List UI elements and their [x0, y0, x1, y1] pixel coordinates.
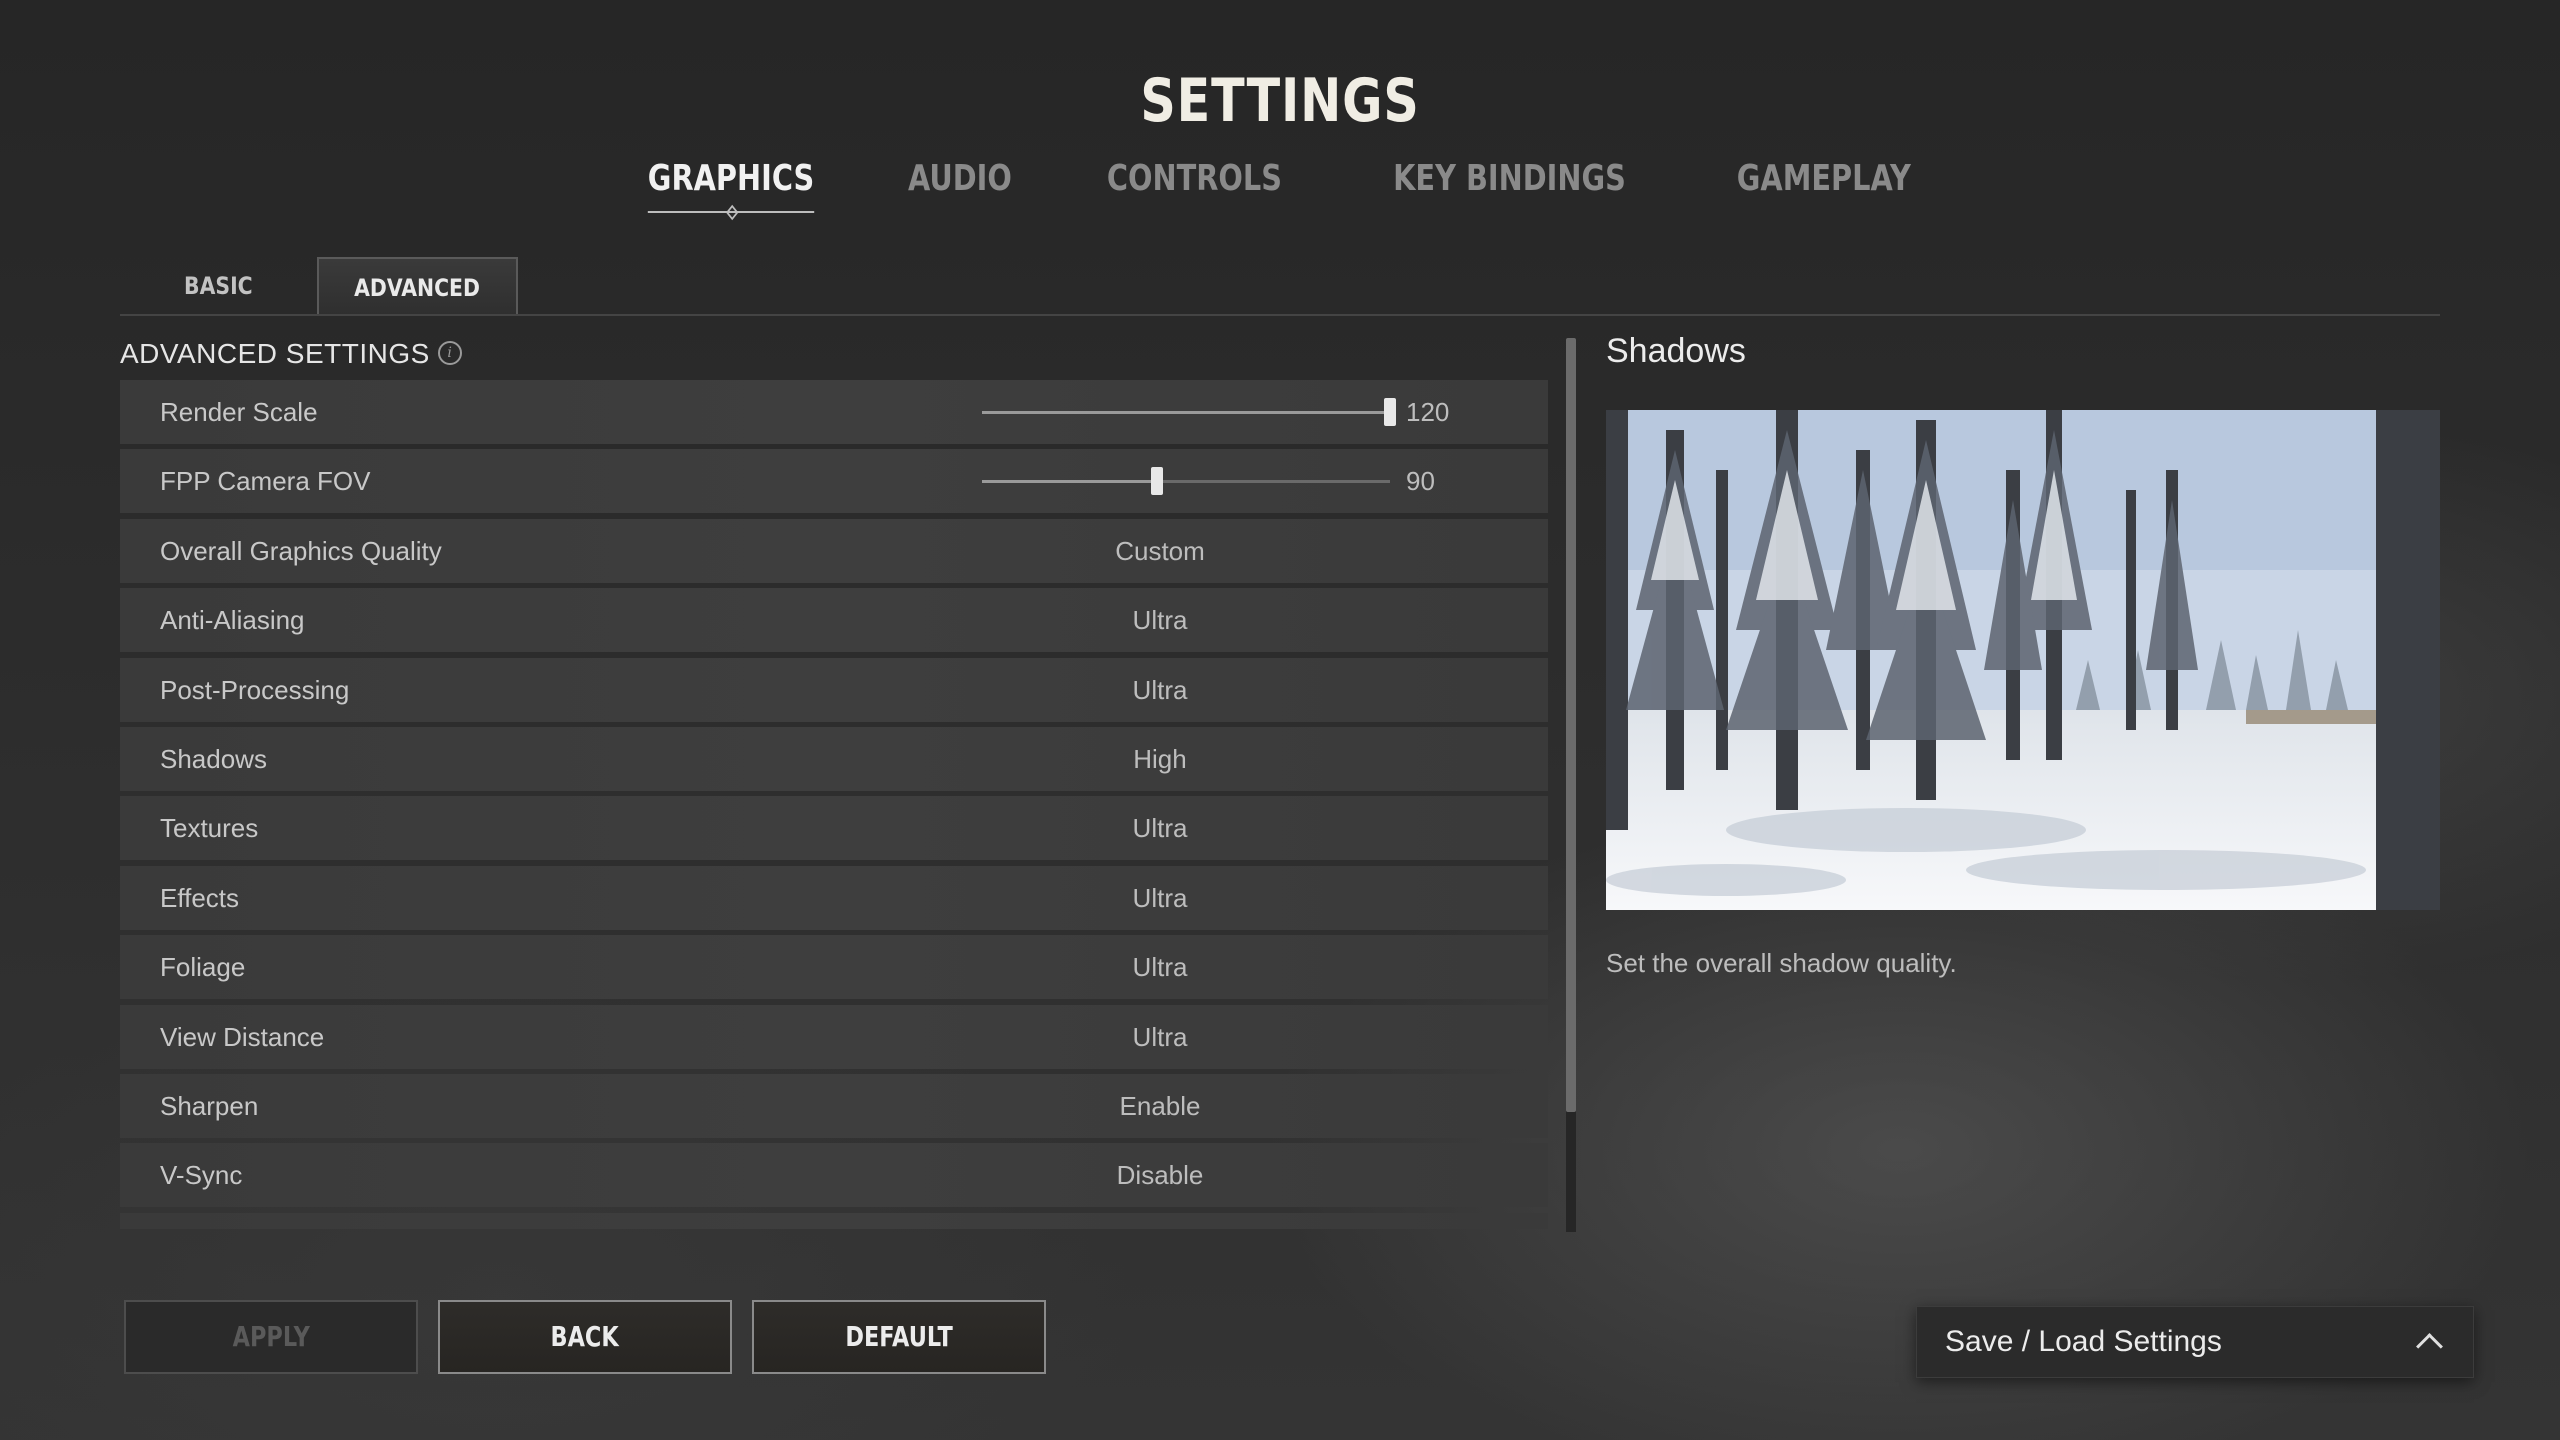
setting-row-post-processing[interactable]: Post-Processing Ultra	[120, 657, 1548, 722]
setting-row-effects[interactable]: Effects Ultra	[120, 865, 1548, 930]
settings-scrollbar[interactable]	[1566, 338, 1576, 1232]
setting-label: Post-Processing	[160, 674, 350, 705]
setting-label: Overall Graphics Quality	[160, 535, 442, 566]
setting-row-anti-aliasing[interactable]: Anti-Aliasing Ultra	[120, 588, 1548, 653]
setting-label: FPP Camera FOV	[160, 466, 371, 497]
tab-divider	[120, 314, 2440, 316]
setting-value[interactable]: Ultra	[1010, 796, 1310, 860]
setting-value[interactable]: Custom	[1010, 519, 1310, 583]
back-button[interactable]: BACK	[438, 1300, 732, 1374]
setting-row-foliage[interactable]: Foliage Ultra	[120, 935, 1548, 1000]
page-title: SETTINGS	[1140, 66, 1420, 136]
slider-value: 90	[1406, 466, 1435, 497]
setting-value[interactable]: High	[1010, 727, 1310, 791]
top-tabs: GRAPHICS AUDIO CONTROLS KEY BINDINGS GAM…	[0, 158, 2560, 213]
setting-row-v-sync[interactable]: V-Sync Disable	[120, 1143, 1548, 1208]
slider-thumb[interactable]	[1151, 467, 1164, 496]
setting-label: Render Scale	[160, 397, 318, 427]
slider-thumb[interactable]	[1384, 398, 1396, 426]
setting-value[interactable]: Enable	[1010, 1074, 1310, 1138]
info-icon[interactable]: i	[437, 340, 462, 365]
setting-label: Textures	[160, 813, 259, 844]
default-button[interactable]: DEFAULT	[752, 1300, 1046, 1374]
setting-row-overall-graphics-quality[interactable]: Overall Graphics Quality Custom	[120, 518, 1548, 583]
setting-label: V-Sync	[160, 1160, 243, 1191]
preview-title: Shadows	[1606, 332, 1746, 370]
setting-value[interactable]: Ultra	[1010, 935, 1310, 999]
setting-value[interactable]: Disable	[1010, 1143, 1310, 1207]
setting-label: Shadows	[160, 743, 267, 774]
setting-label: Anti-Aliasing	[160, 605, 305, 636]
snow-forest-illustration	[1606, 410, 2440, 910]
setting-row-shadows[interactable]: Shadows High	[120, 726, 1548, 791]
tab-gameplay[interactable]: GAMEPLAY	[1737, 158, 1911, 213]
sub-tabs: BASIC ADVANCED	[120, 257, 518, 315]
section-title: ADVANCED SETTINGS i	[120, 338, 462, 370]
setting-row-textures[interactable]: Textures Ultra	[120, 796, 1548, 861]
setting-row-partial[interactable]	[120, 1212, 1548, 1229]
slider-value: 120	[1406, 397, 1450, 427]
slider-fill	[982, 480, 1158, 484]
subtab-advanced-label: ADVANCED	[354, 274, 481, 302]
setting-row-render-scale[interactable]: Render Scale 120	[120, 380, 1548, 444]
preview-image	[1606, 410, 2440, 910]
fpp-fov-slider[interactable]	[982, 467, 1390, 496]
setting-value[interactable]: Ultra	[1010, 866, 1310, 930]
setting-label: Sharpen	[160, 1090, 259, 1121]
tab-key-bindings[interactable]: KEY BINDINGS	[1393, 158, 1626, 213]
render-scale-slider[interactable]	[982, 398, 1396, 426]
setting-value[interactable]: Ultra	[1010, 658, 1310, 722]
tab-audio[interactable]: AUDIO	[908, 158, 1012, 213]
setting-row-view-distance[interactable]: View Distance Ultra	[120, 1004, 1548, 1069]
tab-controls[interactable]: CONTROLS	[1107, 158, 1282, 213]
scrollbar-thumb[interactable]	[1566, 338, 1576, 1112]
apply-button[interactable]: APPLY	[124, 1300, 418, 1374]
setting-label: Effects	[160, 882, 240, 913]
save-load-label: Save / Load Settings	[1945, 1325, 2222, 1358]
preview-description: Set the overall shadow quality.	[1606, 948, 1957, 978]
setting-row-sharpen[interactable]: Sharpen Enable	[120, 1073, 1548, 1138]
settings-list: Render Scale 120 FPP Camera FOV 90 Overa…	[120, 380, 1548, 1232]
setting-row-fpp-camera-fov[interactable]: FPP Camera FOV 90	[120, 449, 1548, 514]
setting-label: Foliage	[160, 952, 246, 983]
subtab-basic[interactable]: BASIC	[120, 257, 317, 315]
apply-label: APPLY	[232, 1320, 310, 1353]
subtab-advanced[interactable]: ADVANCED	[317, 257, 518, 315]
tab-graphics[interactable]: GRAPHICS	[648, 158, 815, 213]
chevron-up-icon	[2416, 1333, 2443, 1360]
slider-fill	[982, 411, 1390, 414]
setting-label: View Distance	[160, 1021, 325, 1052]
setting-value[interactable]: Ultra	[1010, 588, 1310, 652]
setting-value[interactable]: Ultra	[1010, 1005, 1310, 1069]
save-load-settings-button[interactable]: Save / Load Settings	[1916, 1306, 2474, 1378]
back-label: BACK	[550, 1320, 620, 1353]
default-label: DEFAULT	[845, 1320, 953, 1353]
subtab-basic-label: BASIC	[184, 272, 253, 300]
section-title-text: ADVANCED SETTINGS	[120, 338, 430, 369]
